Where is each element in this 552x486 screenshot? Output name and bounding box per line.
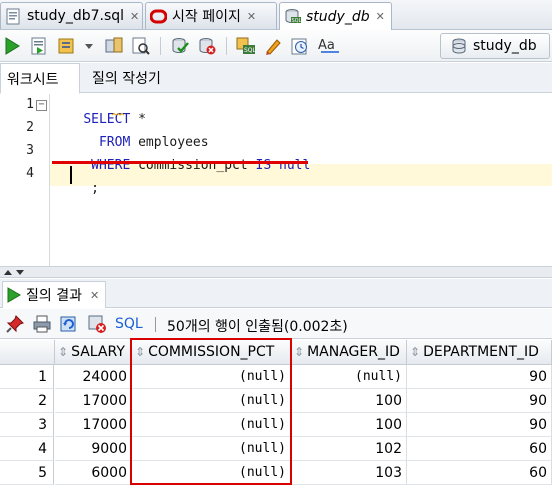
row-number[interactable]: 4 (0, 437, 54, 461)
row-number[interactable]: 5 (0, 461, 54, 485)
document-tab-bar: study_db7.sql ✕ 시작 페이지 ✕ SQL study_db ✕ (0, 0, 552, 30)
close-icon[interactable]: ✕ (130, 10, 139, 23)
close-icon[interactable]: ✕ (247, 10, 256, 23)
tab-label: 질의 작성기 (92, 71, 161, 87)
cancel-fetch-icon[interactable] (87, 314, 107, 334)
pin-icon[interactable] (5, 314, 25, 334)
commit-icon[interactable] (170, 36, 190, 56)
table-cell[interactable]: 6000 (55, 461, 132, 485)
toolbar-separator (160, 37, 161, 55)
annotation-highlight-box (130, 338, 292, 485)
worksheet-toolbar: SQL Aa study_db (0, 30, 552, 62)
tab-study-db7-sql[interactable]: study_db7.sql ✕ (0, 2, 143, 29)
tab-label: study_db7.sql (27, 8, 125, 24)
line-number: 1 (26, 97, 34, 112)
table-cell[interactable]: 100 (291, 389, 407, 413)
table-cell[interactable]: 60 (407, 437, 552, 461)
format-text-icon[interactable]: Aa (317, 36, 343, 56)
dropdown-arrow-icon[interactable] (84, 36, 94, 56)
code-token: ; (83, 181, 99, 196)
clear-icon[interactable] (263, 36, 283, 56)
sort-icon: ⇕ (410, 345, 421, 359)
oracle-start-icon (149, 8, 168, 25)
results-toolbar: SQL 50개의 행이 인출됨(0.002초) (0, 309, 552, 339)
connection-name: study_db (473, 38, 537, 54)
status-separator (155, 317, 156, 332)
tab-query-builder[interactable]: 질의 작성기 (86, 63, 167, 93)
tab-study-db[interactable]: SQL study_db ✕ (279, 2, 392, 30)
database-icon (451, 38, 467, 54)
sql-link[interactable]: SQL (115, 316, 143, 332)
refresh-icon[interactable] (59, 314, 79, 334)
sort-icon: ⇕ (294, 345, 305, 359)
tab-worksheet[interactable]: 워크시트 (0, 63, 80, 94)
line-number: 3 (26, 143, 34, 158)
tab-label: 시작 페이지 (172, 9, 241, 25)
toolbar-separator (226, 37, 227, 55)
row-number[interactable]: 3 (0, 413, 54, 437)
tab-label: 워크시트 (7, 71, 59, 88)
close-icon[interactable]: ✕ (90, 289, 99, 302)
query-result-icon (5, 286, 23, 304)
column-label: DEPARTMENT_ID (423, 344, 539, 360)
table-cell[interactable]: 90 (407, 389, 552, 413)
gutter-divider (49, 94, 50, 266)
unshared-sql-icon[interactable]: SQL (236, 36, 257, 56)
column-header-manager-id[interactable]: ⇕ MANAGER_ID (291, 340, 407, 365)
sql-worksheet-icon: SQL (284, 8, 302, 25)
sql-tuning-icon[interactable] (131, 36, 151, 56)
close-icon[interactable]: ✕ (376, 10, 385, 23)
annotation-underline (52, 161, 308, 164)
line-number: 2 (26, 120, 34, 135)
row-number[interactable]: 1 (0, 365, 54, 389)
fold-toggle-icon[interactable]: − (36, 100, 47, 111)
tab-start-page[interactable]: 시작 페이지 ✕ (145, 2, 277, 29)
worksheet-subtabs: 워크시트 질의 작성기 (0, 63, 552, 94)
table-cell[interactable]: 102 (291, 437, 407, 461)
table-cell[interactable]: 60 (407, 461, 552, 485)
column-label: MANAGER_ID (307, 344, 400, 360)
run-script-icon[interactable] (29, 36, 49, 56)
warning-squiggle (112, 113, 124, 116)
table-cell[interactable]: 17000 (55, 413, 132, 437)
code-line-4: ; (52, 166, 99, 211)
tab-label: 질의 결과 (26, 288, 82, 304)
table-cell[interactable]: 90 (407, 365, 552, 389)
line-number: 4 (26, 166, 34, 181)
table-cell[interactable]: 100 (291, 413, 407, 437)
column-header-department-id[interactable]: ⇕ DEPARTMENT_ID (407, 340, 552, 365)
panel-splitter[interactable] (0, 266, 552, 278)
rollback-icon[interactable] (197, 36, 217, 56)
splitter-arrows-icon[interactable] (2, 267, 32, 277)
text-caret (70, 166, 72, 184)
results-tab-bar: 질의 결과 ✕ (0, 279, 552, 308)
table-cell[interactable]: (null) (291, 365, 407, 389)
table-cell[interactable]: 103 (291, 461, 407, 485)
history-icon[interactable] (290, 36, 310, 56)
table-cell[interactable]: 17000 (55, 389, 132, 413)
line-gutter: 1 2 3 4 − (0, 94, 50, 266)
svg-text:SQL: SQL (292, 18, 302, 24)
grid-corner (0, 340, 55, 365)
column-header-salary[interactable]: ⇕ SALARY (55, 340, 132, 365)
autotrace-icon[interactable] (56, 36, 76, 56)
column-label: SALARY (71, 344, 125, 360)
row-number[interactable]: 2 (0, 389, 54, 413)
run-statement-icon[interactable] (2, 36, 22, 56)
tab-query-result[interactable]: 질의 결과 ✕ (2, 281, 107, 308)
tab-label: study_db (306, 8, 370, 25)
explain-plan-icon[interactable] (104, 36, 124, 56)
sort-icon: ⇕ (58, 345, 69, 359)
print-icon[interactable] (32, 314, 52, 334)
svg-text:SQL: SQL (244, 47, 256, 54)
table-cell[interactable]: 90 (407, 413, 552, 437)
connection-select[interactable]: study_db (440, 33, 550, 59)
table-cell[interactable]: 9000 (55, 437, 132, 461)
svg-text:Aa: Aa (318, 38, 335, 53)
table-cell[interactable]: 24000 (55, 365, 132, 389)
fetch-status-text: 50개의 행이 인출됨(0.002초) (167, 319, 348, 335)
sql-file-icon (5, 8, 22, 25)
sql-editor[interactable]: 1 2 3 4 − SELECT * FROM employees WHERE … (0, 94, 552, 266)
